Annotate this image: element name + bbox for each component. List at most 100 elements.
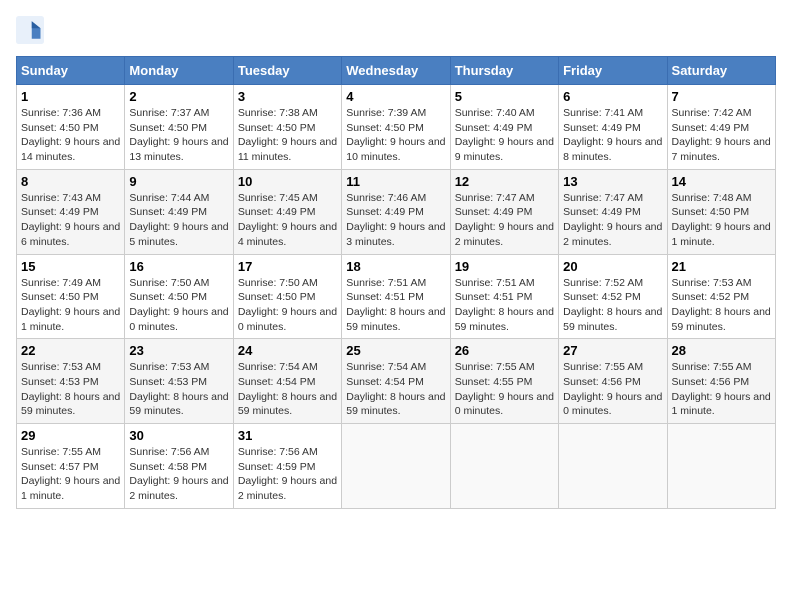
calendar-cell: 3 Sunrise: 7:38 AM Sunset: 4:50 PM Dayli…: [233, 85, 341, 170]
daylight: Daylight: 9 hours and 1 minute.: [21, 305, 120, 334]
day-info: Sunrise: 7:53 AM Sunset: 4:53 PM Dayligh…: [129, 360, 228, 419]
sunset: Sunset: 4:53 PM: [21, 375, 120, 390]
sunrise: Sunrise: 7:47 AM: [455, 191, 554, 206]
sunset: Sunset: 4:50 PM: [21, 121, 120, 136]
day-number: 19: [455, 259, 554, 274]
calendar-week-2: 8 Sunrise: 7:43 AM Sunset: 4:49 PM Dayli…: [17, 169, 776, 254]
sunset: Sunset: 4:57 PM: [21, 460, 120, 475]
sunrise: Sunrise: 7:44 AM: [129, 191, 228, 206]
daylight: Daylight: 9 hours and 11 minutes.: [238, 135, 337, 164]
calendar-cell: 30 Sunrise: 7:56 AM Sunset: 4:58 PM Dayl…: [125, 424, 233, 509]
day-number: 29: [21, 428, 120, 443]
sunrise: Sunrise: 7:51 AM: [455, 276, 554, 291]
daylight: Daylight: 9 hours and 3 minutes.: [346, 220, 445, 249]
weekday-header-saturday: Saturday: [667, 57, 775, 85]
calendar-cell: 8 Sunrise: 7:43 AM Sunset: 4:49 PM Dayli…: [17, 169, 125, 254]
calendar-cell: 6 Sunrise: 7:41 AM Sunset: 4:49 PM Dayli…: [559, 85, 667, 170]
sunrise: Sunrise: 7:47 AM: [563, 191, 662, 206]
calendar-cell: 5 Sunrise: 7:40 AM Sunset: 4:49 PM Dayli…: [450, 85, 558, 170]
calendar-week-1: 1 Sunrise: 7:36 AM Sunset: 4:50 PM Dayli…: [17, 85, 776, 170]
daylight: Daylight: 8 hours and 59 minutes.: [563, 305, 662, 334]
daylight: Daylight: 9 hours and 8 minutes.: [563, 135, 662, 164]
daylight: Daylight: 9 hours and 14 minutes.: [21, 135, 120, 164]
sunrise: Sunrise: 7:41 AM: [563, 106, 662, 121]
day-number: 31: [238, 428, 337, 443]
day-number: 27: [563, 343, 662, 358]
weekday-header-sunday: Sunday: [17, 57, 125, 85]
daylight: Daylight: 9 hours and 0 minutes.: [238, 305, 337, 334]
daylight: Daylight: 9 hours and 4 minutes.: [238, 220, 337, 249]
calendar-cell: 29 Sunrise: 7:55 AM Sunset: 4:57 PM Dayl…: [17, 424, 125, 509]
sunrise: Sunrise: 7:51 AM: [346, 276, 445, 291]
calendar-week-4: 22 Sunrise: 7:53 AM Sunset: 4:53 PM Dayl…: [17, 339, 776, 424]
daylight: Daylight: 8 hours and 59 minutes.: [238, 390, 337, 419]
weekday-header-friday: Friday: [559, 57, 667, 85]
day-number: 30: [129, 428, 228, 443]
sunset: Sunset: 4:50 PM: [21, 290, 120, 305]
calendar-cell: [667, 424, 775, 509]
day-number: 14: [672, 174, 771, 189]
day-info: Sunrise: 7:55 AM Sunset: 4:57 PM Dayligh…: [21, 445, 120, 504]
day-info: Sunrise: 7:42 AM Sunset: 4:49 PM Dayligh…: [672, 106, 771, 165]
day-number: 21: [672, 259, 771, 274]
daylight: Daylight: 9 hours and 0 minutes.: [129, 305, 228, 334]
calendar-cell: 21 Sunrise: 7:53 AM Sunset: 4:52 PM Dayl…: [667, 254, 775, 339]
sunrise: Sunrise: 7:48 AM: [672, 191, 771, 206]
calendar-cell: [450, 424, 558, 509]
day-info: Sunrise: 7:52 AM Sunset: 4:52 PM Dayligh…: [563, 276, 662, 335]
day-number: 10: [238, 174, 337, 189]
calendar-cell: 4 Sunrise: 7:39 AM Sunset: 4:50 PM Dayli…: [342, 85, 450, 170]
weekday-header-wednesday: Wednesday: [342, 57, 450, 85]
day-number: 13: [563, 174, 662, 189]
sunrise: Sunrise: 7:53 AM: [21, 360, 120, 375]
day-number: 8: [21, 174, 120, 189]
day-info: Sunrise: 7:54 AM Sunset: 4:54 PM Dayligh…: [238, 360, 337, 419]
day-info: Sunrise: 7:51 AM Sunset: 4:51 PM Dayligh…: [455, 276, 554, 335]
daylight: Daylight: 9 hours and 0 minutes.: [455, 390, 554, 419]
day-info: Sunrise: 7:46 AM Sunset: 4:49 PM Dayligh…: [346, 191, 445, 250]
calendar-cell: 20 Sunrise: 7:52 AM Sunset: 4:52 PM Dayl…: [559, 254, 667, 339]
day-info: Sunrise: 7:48 AM Sunset: 4:50 PM Dayligh…: [672, 191, 771, 250]
day-info: Sunrise: 7:53 AM Sunset: 4:53 PM Dayligh…: [21, 360, 120, 419]
weekday-header-tuesday: Tuesday: [233, 57, 341, 85]
calendar-table: SundayMondayTuesdayWednesdayThursdayFrid…: [16, 56, 776, 509]
sunset: Sunset: 4:49 PM: [21, 205, 120, 220]
calendar-cell: 17 Sunrise: 7:50 AM Sunset: 4:50 PM Dayl…: [233, 254, 341, 339]
weekday-header-monday: Monday: [125, 57, 233, 85]
sunset: Sunset: 4:49 PM: [455, 121, 554, 136]
calendar-cell: 24 Sunrise: 7:54 AM Sunset: 4:54 PM Dayl…: [233, 339, 341, 424]
sunrise: Sunrise: 7:55 AM: [672, 360, 771, 375]
daylight: Daylight: 9 hours and 9 minutes.: [455, 135, 554, 164]
day-info: Sunrise: 7:50 AM Sunset: 4:50 PM Dayligh…: [129, 276, 228, 335]
day-number: 2: [129, 89, 228, 104]
sunset: Sunset: 4:49 PM: [455, 205, 554, 220]
calendar-cell: 23 Sunrise: 7:53 AM Sunset: 4:53 PM Dayl…: [125, 339, 233, 424]
sunset: Sunset: 4:50 PM: [672, 205, 771, 220]
logo-icon: [16, 16, 44, 44]
day-info: Sunrise: 7:44 AM Sunset: 4:49 PM Dayligh…: [129, 191, 228, 250]
sunset: Sunset: 4:50 PM: [238, 121, 337, 136]
day-info: Sunrise: 7:36 AM Sunset: 4:50 PM Dayligh…: [21, 106, 120, 165]
sunset: Sunset: 4:50 PM: [238, 290, 337, 305]
day-info: Sunrise: 7:54 AM Sunset: 4:54 PM Dayligh…: [346, 360, 445, 419]
day-info: Sunrise: 7:38 AM Sunset: 4:50 PM Dayligh…: [238, 106, 337, 165]
calendar-cell: 9 Sunrise: 7:44 AM Sunset: 4:49 PM Dayli…: [125, 169, 233, 254]
weekday-header-thursday: Thursday: [450, 57, 558, 85]
sunrise: Sunrise: 7:56 AM: [129, 445, 228, 460]
daylight: Daylight: 9 hours and 5 minutes.: [129, 220, 228, 249]
daylight: Daylight: 9 hours and 1 minute.: [21, 474, 120, 503]
day-info: Sunrise: 7:43 AM Sunset: 4:49 PM Dayligh…: [21, 191, 120, 250]
day-number: 11: [346, 174, 445, 189]
day-info: Sunrise: 7:49 AM Sunset: 4:50 PM Dayligh…: [21, 276, 120, 335]
calendar-cell: 11 Sunrise: 7:46 AM Sunset: 4:49 PM Dayl…: [342, 169, 450, 254]
sunrise: Sunrise: 7:37 AM: [129, 106, 228, 121]
calendar-cell: 12 Sunrise: 7:47 AM Sunset: 4:49 PM Dayl…: [450, 169, 558, 254]
day-info: Sunrise: 7:50 AM Sunset: 4:50 PM Dayligh…: [238, 276, 337, 335]
calendar-cell: 19 Sunrise: 7:51 AM Sunset: 4:51 PM Dayl…: [450, 254, 558, 339]
day-number: 17: [238, 259, 337, 274]
sunrise: Sunrise: 7:53 AM: [129, 360, 228, 375]
calendar-cell: 27 Sunrise: 7:55 AM Sunset: 4:56 PM Dayl…: [559, 339, 667, 424]
daylight: Daylight: 9 hours and 1 minute.: [672, 390, 771, 419]
sunrise: Sunrise: 7:56 AM: [238, 445, 337, 460]
day-number: 20: [563, 259, 662, 274]
